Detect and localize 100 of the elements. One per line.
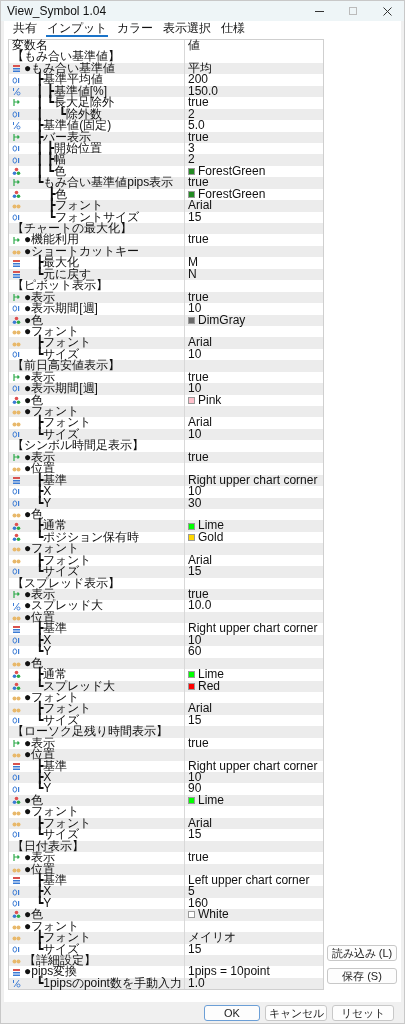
parameter-value[interactable]: 10 — [188, 428, 202, 441]
parameter-value[interactable]: 150.0 — [188, 85, 219, 98]
save-button[interactable]: 保存 (S) — [327, 968, 397, 984]
parameter-value[interactable]: 2 — [188, 154, 195, 166]
number-icon — [12, 212, 21, 222]
parameter-value[interactable]: Arial — [188, 817, 212, 830]
parameter-value[interactable]: Lime — [198, 520, 224, 532]
number-icon — [12, 487, 21, 497]
parameter-value[interactable]: 90 — [188, 783, 202, 795]
parameter-value[interactable]: DimGray — [198, 314, 246, 326]
parameter-value[interactable]: Gold — [198, 531, 224, 544]
parameter-value[interactable]: 5.0 — [188, 120, 205, 132]
palette-icon — [12, 189, 21, 199]
parameter-value[interactable]: true — [188, 131, 209, 143]
list-icon — [12, 258, 21, 268]
parameter-value[interactable]: 1pips = 10point — [188, 966, 270, 978]
fraction-icon — [12, 86, 21, 96]
number-icon — [12, 784, 21, 794]
parameter-value[interactable]: true — [188, 852, 209, 864]
parameter-value[interactable]: true — [188, 234, 209, 246]
parameter-value[interactable]: true — [188, 737, 209, 750]
parameter-value[interactable]: true — [188, 97, 209, 109]
palette-icon — [12, 315, 21, 325]
parameter-value[interactable]: 200 — [188, 74, 209, 86]
parameter-value[interactable]: true — [188, 291, 209, 304]
fraction-icon — [12, 601, 21, 611]
dialog-button[interactable]: OK — [204, 1004, 260, 1021]
tab[interactable]: 表示選択 — [162, 21, 212, 37]
tab[interactable]: カラー — [116, 21, 154, 37]
parameter-value[interactable]: Arial — [188, 417, 212, 429]
list-icon — [12, 269, 21, 279]
number-icon — [12, 155, 21, 165]
parameter-value[interactable]: Arial — [188, 554, 212, 567]
parameter-name: ●表示期間[週] — [24, 303, 98, 315]
parameter-value[interactable]: 10.0 — [188, 600, 212, 612]
number-icon — [12, 647, 21, 657]
dialog-button[interactable]: キャンセル — [265, 1004, 327, 1021]
parameter-value[interactable]: ForestGreen — [198, 188, 266, 201]
fraction-icon — [12, 121, 21, 131]
parameter-name: ●色 — [24, 794, 44, 807]
number-icon — [12, 773, 21, 783]
tab[interactable]: 仕様 — [220, 21, 246, 37]
dialog-button[interactable]: リセット — [332, 1004, 394, 1021]
parameter-value[interactable]: 30 — [188, 497, 202, 509]
list-icon — [12, 624, 21, 634]
number-icon — [12, 498, 21, 508]
section-label: 【もみ合い基準値】 — [12, 51, 120, 63]
parameter-value[interactable]: Arial — [188, 200, 212, 212]
parameter-value[interactable]: Lime — [198, 794, 224, 807]
parameter-value[interactable]: Left upper chart corner — [188, 874, 310, 887]
palette-icon — [12, 395, 21, 405]
parameter-value[interactable]: Lime — [198, 669, 224, 681]
parameter-value[interactable]: true — [188, 589, 209, 601]
parameter-value[interactable]: メイリオ — [188, 932, 236, 944]
parameter-value[interactable]: true — [188, 177, 209, 189]
palette-icon — [12, 521, 21, 531]
number-icon — [12, 716, 21, 726]
parameter-value[interactable]: 160 — [188, 897, 209, 910]
parameter-value[interactable]: 1.0 — [188, 977, 205, 990]
parameter-value[interactable]: 15 — [188, 566, 202, 578]
parameter-value[interactable]: 15 — [188, 943, 202, 955]
parameter-value[interactable]: 10 — [188, 634, 202, 647]
parameter-value[interactable]: 5 — [188, 886, 195, 898]
parameter-value[interactable]: White — [198, 909, 229, 921]
parameter-value[interactable]: Arial — [188, 703, 212, 715]
load-button[interactable]: 読み込み (L) — [327, 945, 397, 961]
parameter-value[interactable]: 60 — [188, 646, 202, 658]
branch-arrow-icon — [12, 292, 21, 302]
parameter-value[interactable]: 10 — [188, 383, 202, 395]
parameter-name: ●表示 — [24, 737, 56, 750]
parameter-value[interactable]: Pink — [198, 394, 222, 406]
parameter-value[interactable]: 15 — [188, 211, 202, 223]
parameter-name: 【詳細設定】 — [24, 955, 96, 967]
parameter-value[interactable]: 2 — [188, 108, 195, 121]
fraction-icon — [12, 979, 21, 989]
parameter-value[interactable]: true — [188, 451, 209, 464]
parameter-value[interactable]: 3 — [188, 142, 195, 155]
number-icon — [12, 384, 21, 394]
parameter-value[interactable]: M — [188, 257, 198, 269]
parameter-value[interactable]: 15 — [188, 714, 202, 727]
parameter-value[interactable]: 15 — [188, 829, 202, 841]
branch-arrow-icon — [12, 98, 21, 108]
tab[interactable]: 共有 — [12, 21, 38, 37]
parameter-value[interactable]: Right upper chart corner — [188, 623, 318, 635]
tab[interactable]: インプット — [46, 21, 108, 37]
number-icon — [12, 887, 21, 897]
parameter-value[interactable]: N — [188, 268, 197, 281]
parameter-value[interactable]: Arial — [188, 337, 212, 349]
list-icon — [12, 967, 21, 977]
parameter-value[interactable]: 平均 — [188, 62, 212, 75]
parameter-value[interactable]: Red — [198, 680, 220, 692]
parameter-value[interactable]: 10 — [188, 486, 202, 498]
parameter-value[interactable]: 10 — [188, 772, 202, 784]
parameter-value[interactable]: 10 — [188, 348, 202, 361]
parameter-value[interactable]: ForestGreen — [198, 165, 266, 178]
parameter-value[interactable]: 10 — [188, 303, 202, 315]
branch-arrow-icon — [12, 853, 21, 863]
parameter-value[interactable]: Right upper chart corner — [188, 474, 318, 487]
parameter-value[interactable]: true — [188, 371, 209, 384]
parameter-value[interactable]: Right upper chart corner — [188, 760, 318, 772]
